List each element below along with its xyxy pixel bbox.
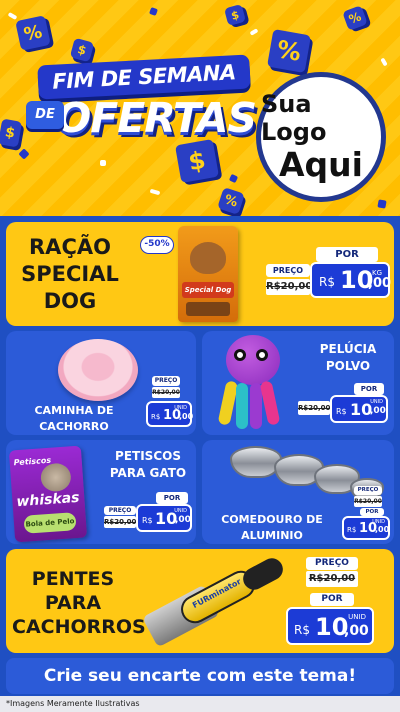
octopus-plush-image	[217, 335, 286, 429]
new-price: R$ 10 ,00 KG	[310, 262, 392, 298]
price-cents: ,00	[175, 515, 191, 525]
pet-bed-image	[58, 339, 138, 401]
price-unit: KG	[371, 269, 382, 277]
price-label-preco: PREÇO	[266, 264, 310, 277]
new-price: R$ 10 ,00 UNID	[342, 516, 390, 540]
new-price: R$ 10 ,00 UNID	[136, 504, 192, 532]
currency: R$	[294, 623, 310, 637]
currency: R$	[336, 407, 347, 416]
product-title: RAÇÃO SPECIAL DOG	[21, 235, 119, 313]
logo-text-line2: Aqui	[279, 145, 363, 184]
currency: R$	[142, 516, 153, 525]
product-card-caminha[interactable]: CAMINHA DE CACHORRO PREÇO R$20,00 R$ 10 …	[6, 331, 196, 435]
price-unit: UNID	[174, 508, 187, 514]
dollar-cube-icon: $	[0, 118, 23, 148]
octopus-tentacle	[259, 380, 281, 426]
octopus-eye	[256, 349, 268, 361]
octopus-tentacle	[236, 383, 248, 429]
price-cents: ,00	[179, 412, 194, 421]
product-card-petiscos[interactable]: Petiscos whiskas Bola de Pelo PETISCOS P…	[6, 440, 196, 544]
octopus-head	[226, 335, 280, 385]
product-title: CAMINHA DE CACHORRO	[34, 404, 114, 433]
new-price: R$ 10 ,00 UNID	[330, 395, 388, 423]
price-unit: UNID	[370, 399, 383, 405]
product-card-pentes[interactable]: PENTES PARA CACHORROS FURminator PREÇO R…	[6, 549, 394, 653]
cat-face-icon	[39, 462, 72, 493]
confetti	[377, 199, 387, 209]
currency: R$	[319, 275, 335, 289]
price-cents: ,00	[370, 406, 386, 416]
dog-food-bag-image: Special Dog	[178, 226, 238, 322]
bag-label: Special Dog	[182, 282, 234, 298]
confetti	[7, 12, 18, 20]
product-title: PETISCOS PARA GATO	[109, 449, 187, 480]
percent-cube-icon: %	[266, 28, 312, 74]
currency: R$	[347, 526, 357, 534]
dollar-cube-icon: $	[69, 37, 95, 63]
product-card-racao[interactable]: RAÇÃO SPECIAL DOG -50% Special Dog POR P…	[6, 222, 394, 326]
price-label-por: POR	[360, 508, 384, 516]
product-title: PELÚCIA POLVO	[319, 342, 377, 373]
price-label-por: POR	[354, 383, 384, 395]
discount-badge: -50%	[140, 236, 174, 254]
old-price: R$20,00	[104, 516, 137, 528]
percent-cube-icon: %	[342, 5, 368, 31]
price-cents: ,00	[344, 623, 369, 639]
old-price: R$20,00	[266, 279, 312, 295]
octopus-eye	[234, 349, 246, 361]
confetti	[100, 160, 106, 166]
confetti	[228, 173, 239, 184]
cta-banner[interactable]: Crie seu encarte com este tema!	[6, 658, 394, 694]
old-price: R$20,00	[298, 401, 330, 415]
old-price: R$20,00	[306, 571, 358, 587]
dollar-cube-icon: $	[174, 138, 220, 184]
disclaimer-text: *Imagens Meramente Ilustrativas	[0, 696, 400, 712]
currency: R$	[151, 413, 161, 421]
price-label-por: POR	[156, 492, 188, 504]
product-title: PENTES PARA CACHORROS	[12, 568, 146, 638]
new-price: R$ 10 ,00 UNID	[146, 401, 194, 427]
product-card-comedouro[interactable]: COMEDOURO DE ALUMINIO PREÇO R$20,00 POR …	[202, 440, 394, 544]
price-label-preco: PREÇO	[306, 557, 358, 570]
old-price: R$20,00	[354, 496, 382, 507]
confetti	[249, 28, 259, 36]
price-cents: ,00	[375, 525, 390, 534]
percent-cube-icon: %	[15, 15, 51, 51]
price-unit: UNID	[348, 613, 366, 621]
new-price: R$ 10 ,00 UNID	[286, 607, 374, 645]
cat-treats-pack-image: Petiscos whiskas Bola de Pelo	[8, 445, 88, 543]
logo-placeholder[interactable]: Sua Logo Aqui	[256, 72, 386, 202]
price-label-preco: PREÇO	[152, 376, 180, 386]
confetti	[380, 57, 388, 67]
price-label-preco: PREÇO	[104, 506, 136, 515]
price-integer: 10	[350, 400, 373, 419]
pack-flavor-label: Bola de Pelo	[23, 512, 77, 534]
product-card-pelucia[interactable]: PELÚCIA POLVO POR R$20,00 R$ 10 ,00 UNID	[202, 331, 394, 435]
title-de-badge: DE	[26, 101, 64, 129]
confetti	[149, 188, 161, 196]
dollar-cube-icon: $	[223, 3, 247, 27]
price-cents: ,00	[368, 276, 392, 291]
percent-cube-icon: %	[217, 187, 245, 215]
confetti	[149, 7, 158, 16]
product-title: COMEDOURO DE ALUMINIO	[221, 513, 323, 542]
header-banner: % $ % $ $ $ % % FIM DE SEMANA OFERTAS DE…	[0, 0, 400, 216]
pack-brand-text: whiskas	[15, 489, 81, 511]
grooming-brush-image: FURminator	[138, 554, 288, 651]
dog-face-icon	[190, 242, 226, 274]
price-label-por: POR	[316, 247, 378, 262]
kibble	[186, 302, 230, 316]
old-price: R$20,00	[152, 387, 180, 398]
price-unit: UNID	[372, 519, 385, 525]
price-label-por: POR	[310, 593, 354, 606]
confetti	[18, 148, 30, 160]
price-unit: UNID	[174, 405, 187, 411]
price-label-preco: PREÇO	[354, 486, 382, 495]
logo-text-line1: Sua Logo	[261, 90, 327, 146]
